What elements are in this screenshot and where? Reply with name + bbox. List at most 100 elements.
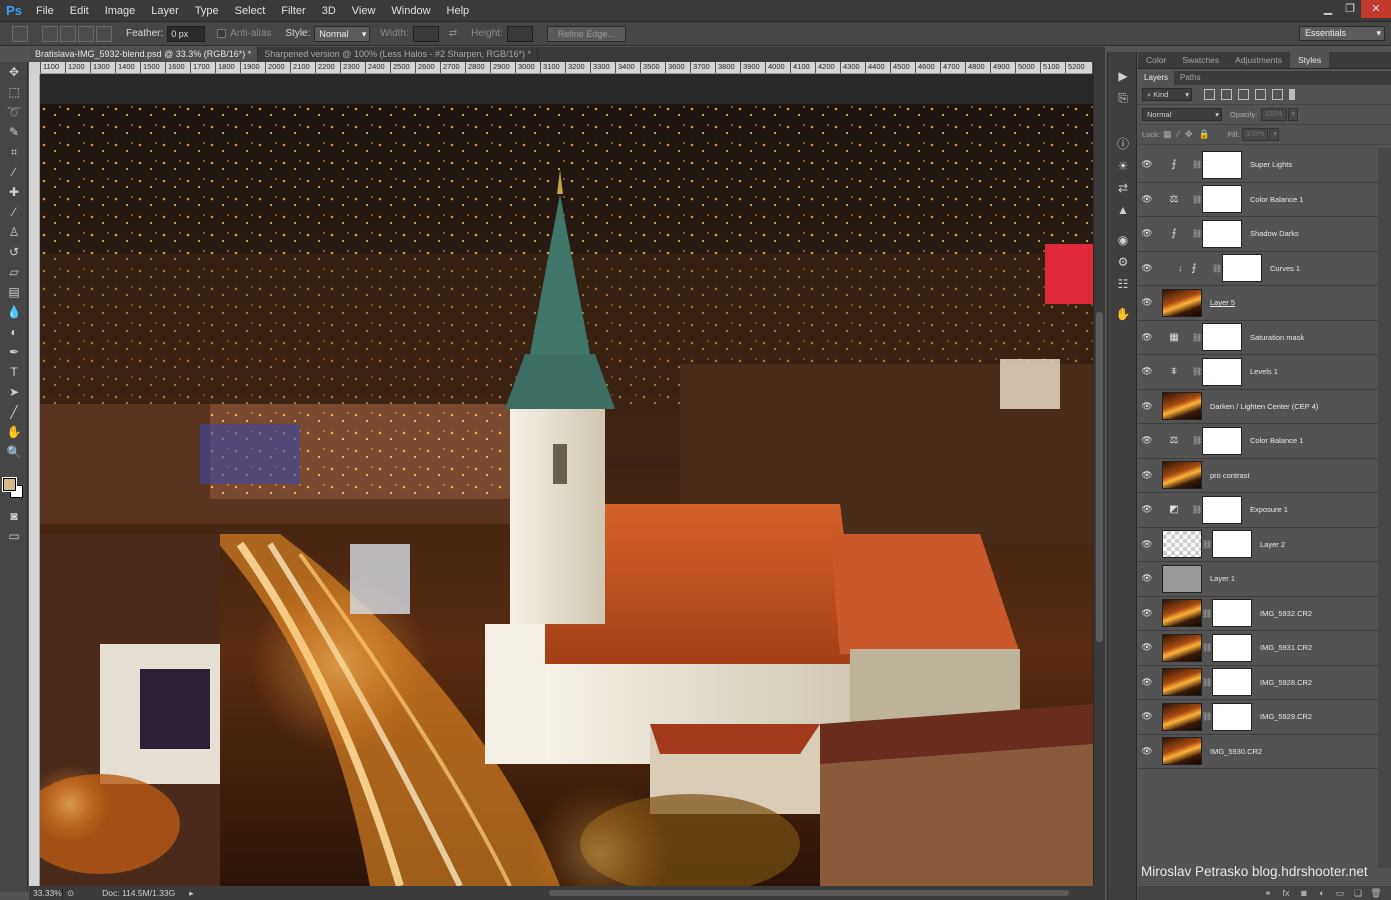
- path-selection-tool-icon[interactable]: ➤: [2, 383, 26, 402]
- kind-filter-select[interactable]: ⌕ Kind: [1142, 88, 1192, 101]
- smart-object-filter-icon[interactable]: [1272, 89, 1283, 100]
- layers-scrollbar[interactable]: [1378, 148, 1391, 868]
- layer-name[interactable]: Super Lights: [1250, 160, 1292, 169]
- menu-help[interactable]: Help: [439, 0, 478, 22]
- visibility-eye-icon[interactable]: 👁: [1138, 677, 1156, 688]
- balance-icon[interactable]: ⚖: [1156, 194, 1192, 205]
- style-select[interactable]: Normal: [314, 25, 371, 42]
- fill-dropdown-icon[interactable]: ▾: [1269, 128, 1280, 141]
- vertical-scrollbar[interactable]: [1093, 62, 1105, 886]
- layer-row[interactable]: 👁 ⩨ ⛓ Levels 1: [1138, 355, 1378, 390]
- quick-mask-icon[interactable]: ◙: [2, 507, 26, 526]
- foreground-color-swatch[interactable]: [2, 477, 17, 492]
- tab-layers[interactable]: Layers: [1138, 71, 1175, 85]
- layer-row[interactable]: 👁 ⛓ IMG_5931.CR2: [1138, 631, 1378, 666]
- visibility-eye-icon[interactable]: 👁: [1138, 435, 1156, 446]
- curves-icon[interactable]: ⨍: [1156, 159, 1192, 170]
- menu-layer[interactable]: Layer: [143, 0, 187, 22]
- visibility-eye-icon[interactable]: 👁: [1138, 711, 1156, 722]
- menu-edit[interactable]: Edit: [62, 0, 97, 22]
- layer-name[interactable]: Layer 1: [1210, 574, 1235, 583]
- refine-edge-button[interactable]: Refine Edge...: [546, 25, 626, 42]
- visibility-eye-icon[interactable]: 👁: [1138, 401, 1156, 412]
- hand-tool-icon[interactable]: ✋: [2, 423, 26, 442]
- layer-row[interactable]: 👁 Darken / Lighten Center (CEP 4): [1138, 389, 1378, 424]
- visibility-eye-icon[interactable]: 👁: [1138, 263, 1156, 274]
- layer-name[interactable]: Curves 1: [1270, 264, 1300, 273]
- menu-filter[interactable]: Filter: [273, 0, 313, 22]
- shape-filter-icon[interactable]: [1255, 89, 1266, 100]
- visibility-eye-icon[interactable]: 👁: [1138, 573, 1156, 584]
- layer-row[interactable]: 👁 Layer 1: [1138, 562, 1378, 597]
- ruler-origin[interactable]: [29, 62, 40, 74]
- layer-mask-thumbnail[interactable]: [1212, 668, 1252, 697]
- minimize-button[interactable]: ▁: [1317, 0, 1339, 18]
- pen-tool-icon[interactable]: ✒: [2, 343, 26, 362]
- adjustment-filter-icon[interactable]: [1221, 89, 1232, 100]
- layer-name[interactable]: Darken / Lighten Center (CEP 4): [1210, 402, 1318, 411]
- properties-icon[interactable]: ⚙: [1111, 252, 1135, 272]
- line-tool-icon[interactable]: ╱: [2, 403, 26, 422]
- subtract-selection-icon[interactable]: [78, 25, 94, 42]
- mask-link-icon[interactable]: ⛓: [1192, 195, 1202, 204]
- layer-row[interactable]: 👁 ⛓ IMG_5932.CR2: [1138, 596, 1378, 631]
- layer-thumbnail[interactable]: [1162, 392, 1202, 421]
- visibility-eye-icon[interactable]: 👁: [1138, 159, 1156, 170]
- eyedropper-tool-icon[interactable]: ⁄: [2, 163, 26, 182]
- marquee-tool-icon[interactable]: ⬚: [2, 83, 26, 102]
- menu-view[interactable]: View: [344, 0, 384, 22]
- vertical-scroll-thumb[interactable]: [1096, 312, 1103, 642]
- menu-image[interactable]: Image: [97, 0, 144, 22]
- horizontal-scrollbar[interactable]: [549, 890, 1069, 896]
- feather-input[interactable]: 0 px: [167, 25, 206, 42]
- workspace-select[interactable]: Essentials: [1299, 26, 1385, 41]
- layer-thumbnail[interactable]: [1162, 530, 1202, 559]
- screen-mode-icon[interactable]: ▭: [2, 527, 26, 546]
- mask-link-icon[interactable]: ⛓: [1202, 609, 1212, 618]
- menu-3d[interactable]: 3D: [314, 0, 344, 22]
- blur-tool-icon[interactable]: 💧: [2, 303, 26, 322]
- layer-row[interactable]: 👁 ◩ ⛓ Exposure 1: [1138, 493, 1378, 528]
- tab-adjustments[interactable]: Adjustments: [1227, 52, 1290, 68]
- balance-icon[interactable]: ⚖: [1156, 435, 1192, 446]
- zoom-level[interactable]: 33.33%: [29, 888, 63, 898]
- height-input[interactable]: [506, 25, 533, 42]
- canvas-area[interactable]: [40, 74, 1093, 886]
- menu-window[interactable]: Window: [383, 0, 438, 22]
- clone-source-icon[interactable]: ☷: [1111, 274, 1135, 294]
- healing-brush-tool-icon[interactable]: ✚: [2, 183, 26, 202]
- layer-name[interactable]: Layer 5: [1210, 298, 1235, 307]
- visibility-eye-icon[interactable]: 👁: [1138, 642, 1156, 653]
- mask-link-icon[interactable]: ⛓: [1192, 229, 1202, 238]
- horizontal-ruler[interactable]: 1100 1200 1300 1400 1500 1600 1700 1800 1900 2000…: [40, 62, 1092, 74]
- mask-link-icon[interactable]: ⛓: [1202, 712, 1212, 721]
- fill-input[interactable]: 100%: [1242, 128, 1269, 141]
- layer-row[interactable]: 👁 ⨍ ⛓ Shadow Darks: [1138, 217, 1378, 252]
- mask-link-icon[interactable]: ⛓: [1192, 367, 1202, 376]
- new-layer-icon[interactable]: ❏: [1349, 888, 1367, 899]
- layer-thumbnail[interactable]: [1162, 288, 1202, 317]
- pixel-filter-icon[interactable]: [1204, 89, 1215, 100]
- add-selection-icon[interactable]: [60, 25, 76, 42]
- layer-name[interactable]: IMG_5930.CR2: [1210, 747, 1262, 756]
- layer-mask-thumbnail[interactable]: [1202, 150, 1242, 179]
- visibility-eye-icon[interactable]: 👁: [1138, 470, 1156, 481]
- tab-swatches[interactable]: Swatches: [1174, 52, 1227, 68]
- layer-thumbnail[interactable]: [1162, 633, 1202, 662]
- layer-row[interactable]: 👁 ⨍ ⛓ Super Lights: [1138, 148, 1378, 183]
- lock-icons[interactable]: ▦∕✥🔒: [1163, 129, 1216, 140]
- new-adjustment-icon[interactable]: ◐: [1313, 888, 1331, 898]
- brush-tool-icon[interactable]: ∕: [2, 203, 26, 222]
- layer-row[interactable]: 👁 ▦ ⛓ Saturation mask: [1138, 320, 1378, 355]
- antialias-checkbox[interactable]: [217, 29, 227, 38]
- mask-link-icon[interactable]: ⛓: [1202, 643, 1212, 652]
- add-mask-icon[interactable]: ◙: [1295, 888, 1313, 898]
- mask-link-icon[interactable]: ⛓: [1202, 540, 1212, 549]
- layer-name[interactable]: Exposure 1: [1250, 505, 1288, 514]
- menu-select[interactable]: Select: [227, 0, 274, 22]
- histogram-icon[interactable]: ▲: [1111, 200, 1135, 220]
- history-brush-tool-icon[interactable]: ↺: [2, 243, 26, 262]
- tab-color[interactable]: Color: [1138, 52, 1174, 68]
- info-icon[interactable]: ⓘ: [1111, 134, 1135, 154]
- layer-thumbnail[interactable]: [1162, 461, 1202, 490]
